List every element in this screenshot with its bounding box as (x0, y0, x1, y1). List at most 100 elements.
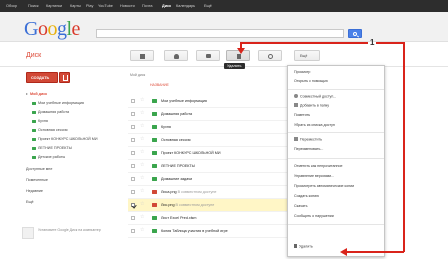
menu-item-manage-versions[interactable]: Управление версиями... (294, 174, 334, 178)
select-checkbox[interactable] (131, 190, 135, 194)
nav-item-news[interactable]: Новости (120, 4, 135, 8)
select-checkbox[interactable] (131, 151, 135, 155)
nav-item-youtube[interactable]: YouTube (98, 4, 113, 8)
list-item[interactable]: ☆ Домашние задачи (128, 173, 288, 186)
list-item[interactable]: ☆ Основная сессия (128, 134, 288, 147)
expand-arrow-icon (26, 92, 28, 95)
sidebar-folder[interactable]: Кухня (32, 119, 48, 123)
menu-item-remove-access[interactable]: Убрать из списка доступ (294, 123, 335, 127)
move-to-folder-button[interactable] (196, 50, 220, 61)
nav-item-play[interactable]: Play (86, 4, 93, 8)
list-item[interactable]: ☆ Мои учебные информация (128, 95, 288, 108)
star-icon[interactable]: ☆ (140, 136, 144, 142)
select-checkbox[interactable] (131, 203, 135, 207)
trash-icon (236, 53, 241, 59)
nav-item-mail[interactable]: Почта (142, 4, 153, 8)
sidebar-item-starred[interactable]: Помеченные (26, 178, 48, 182)
star-icon[interactable]: ☆ (140, 227, 144, 233)
star-icon[interactable]: ☆ (140, 188, 144, 194)
menu-item-add-to-folder[interactable]: Добавить в папку (294, 103, 329, 108)
sidebar-item-my-drive[interactable]: Мой диск (26, 92, 47, 96)
nav-item-more[interactable]: Ещё (204, 4, 212, 8)
search-input[interactable] (96, 29, 344, 38)
star-icon[interactable]: ☆ (140, 162, 144, 168)
menu-item-delete[interactable]: Удалить (294, 244, 313, 249)
select-checkbox[interactable] (131, 112, 135, 116)
menu-item-star[interactable]: Пометить (294, 113, 310, 117)
sidebar-folder[interactable]: Домашняя работа (32, 110, 69, 114)
arrow-left-icon (340, 248, 347, 256)
image-file-icon (152, 203, 157, 207)
select-checkbox[interactable] (131, 138, 135, 142)
preview-button[interactable] (258, 50, 282, 61)
sort-by-title[interactable]: НАЗВАНИЕ (150, 83, 169, 87)
sidebar-folder[interactable]: Основная сессия (32, 128, 68, 132)
star-icon[interactable]: ☆ (140, 110, 144, 116)
nav-item-maps[interactable]: Карты (70, 4, 81, 8)
star-icon[interactable]: ☆ (140, 201, 144, 207)
arrow-down-icon (236, 48, 245, 54)
menu-item-mark-unread[interactable]: Отметить как непрочитанное (294, 164, 342, 168)
nav-item-overview[interactable]: Обзор (6, 4, 17, 8)
list-item[interactable]: ☆ ЛЕТНИЕ ПРОЕКТЫ (128, 160, 288, 173)
sidebar-item-more[interactable]: Ещё (26, 200, 34, 204)
star-icon[interactable]: ☆ (140, 123, 144, 129)
sidebar-item-shared-with-me[interactable]: Доступные мне (26, 167, 52, 171)
folder-icon (32, 110, 36, 114)
sidebar-item-recent[interactable]: Недавние (26, 189, 43, 193)
file-name: Лиса.png В совместном доступе (161, 190, 217, 194)
star-icon[interactable]: ☆ (140, 149, 144, 155)
menu-item-share[interactable]: Совместный доступ... (294, 94, 336, 99)
sidebar-folder[interactable]: ЛЕТНИЕ ПРОЕКТЫ (32, 146, 72, 150)
menu-item-open-with[interactable]: Открыть с помощью (294, 79, 328, 83)
share-button[interactable] (164, 50, 188, 61)
menu-item-preview[interactable]: Просмотр (294, 70, 310, 74)
star-icon[interactable]: ☆ (140, 175, 144, 181)
list-item-selected[interactable]: ☆ Лис.png В совместном доступе (128, 199, 288, 212)
list-item[interactable]: ☆ Лист Excel Pred.xlsm (128, 212, 288, 225)
spreadsheet-icon (152, 229, 157, 233)
star-icon[interactable]: ☆ (140, 97, 144, 103)
search-button[interactable] (348, 29, 362, 38)
folder-icon (152, 138, 157, 142)
nav-item-calendar[interactable]: Календарь (176, 4, 195, 8)
more-button[interactable]: Ещё (294, 50, 320, 61)
file-name: Кухня (161, 125, 171, 129)
nav-item-drive[interactable]: Диск (162, 4, 171, 8)
select-checkbox[interactable] (131, 229, 135, 233)
sidebar-folder[interactable]: Проект КОНКУРС ШКОЛЬНОЙ МИ (32, 137, 98, 141)
menu-item-download[interactable]: Скачать (294, 204, 307, 208)
folder-icon (32, 119, 36, 123)
sidebar-folder[interactable]: Мои учебные информация (32, 101, 84, 105)
file-name: ЛЕТНИЕ ПРОЕКТЫ (161, 164, 195, 168)
create-button[interactable]: СОЗДАТЬ (26, 72, 58, 83)
nav-item-images[interactable]: Картинки (46, 4, 62, 8)
new-button[interactable] (130, 50, 154, 61)
menu-item-make-copy[interactable]: Создать копию (294, 194, 319, 198)
nav-item-search[interactable]: Поиск (28, 4, 39, 8)
upload-button[interactable] (59, 72, 70, 83)
drive-app-icon (22, 227, 34, 239)
select-checkbox[interactable] (131, 216, 135, 220)
folder-icon (32, 128, 36, 132)
sidebar-folder[interactable]: Детские работы (32, 155, 65, 159)
list-item[interactable]: ☆ Кухня (128, 121, 288, 134)
annotation-label: 1 (370, 38, 375, 47)
list-item[interactable]: ☆ Проект КОНКУРС ШКОЛЬНОЙ МИ (128, 147, 288, 160)
menu-item-report-abuse[interactable]: Сообщить о нарушении (294, 214, 334, 218)
list-item[interactable]: ☆ Домашняя работа (128, 108, 288, 121)
select-checkbox[interactable] (131, 177, 135, 181)
menu-item-move[interactable]: Переместить (294, 137, 322, 142)
list-item[interactable]: ☆ Копия Таблица участия в учебной игре (128, 225, 288, 238)
menu-item-view-auto-copies[interactable]: Просмотреть автоматические копии (294, 184, 354, 188)
menu-item-rename[interactable]: Переименовать... (294, 147, 323, 151)
share-person-icon (174, 53, 179, 59)
select-checkbox[interactable] (131, 99, 135, 103)
select-checkbox[interactable] (131, 164, 135, 168)
select-checkbox[interactable] (131, 125, 135, 129)
install-desktop-app-promo[interactable]: Установите Google Диск на компьютер (20, 226, 118, 242)
folder-icon (152, 112, 157, 116)
list-item[interactable]: ☆ Лиса.png В совместном доступе (128, 186, 288, 199)
star-icon[interactable]: ☆ (140, 214, 144, 220)
google-logo[interactable]: Google (24, 18, 80, 41)
